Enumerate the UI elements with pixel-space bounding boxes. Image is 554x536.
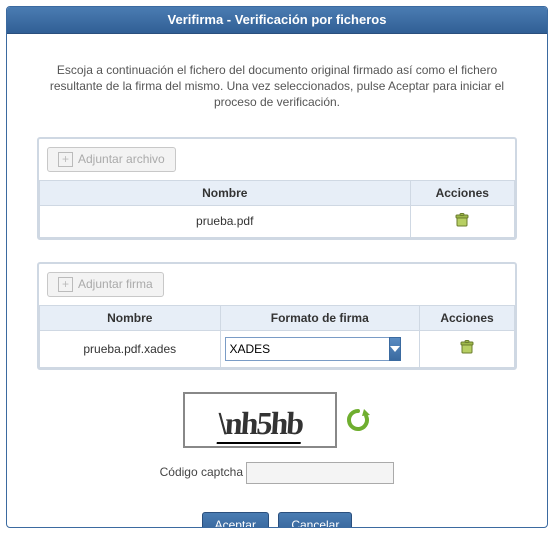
- sig-table-col-actions: Acciones: [420, 305, 515, 330]
- buttons-row: Aceptar Cancelar: [37, 512, 517, 528]
- sig-table-col-format: Formato de firma: [220, 305, 420, 330]
- attach-file-label: Adjuntar archivo: [78, 152, 165, 166]
- cancel-button[interactable]: Cancelar: [278, 512, 352, 528]
- file-table-col-actions: Acciones: [410, 180, 515, 205]
- attach-signature-label: Adjuntar firma: [78, 277, 153, 291]
- format-select-value[interactable]: [225, 337, 389, 361]
- captcha-input-row: Código captcha: [37, 462, 517, 484]
- file-name-cell: prueba.pdf: [40, 205, 411, 237]
- plus-icon: +: [58, 152, 73, 167]
- captcha-row: \nh5hb: [37, 392, 517, 448]
- chevron-down-icon[interactable]: [389, 337, 401, 361]
- refresh-icon[interactable]: [345, 407, 371, 433]
- signature-section: + Adjuntar firma Nombre Formato de firma…: [37, 262, 517, 370]
- file-table: Nombre Acciones prueba.pdf: [39, 180, 515, 238]
- accept-button[interactable]: Aceptar: [202, 512, 269, 528]
- captcha-input[interactable]: [246, 462, 394, 484]
- sig-name-cell: prueba.pdf.xades: [40, 330, 221, 367]
- sig-table-col-name: Nombre: [40, 305, 221, 330]
- trash-icon[interactable]: [454, 212, 470, 231]
- captcha-text: \nh5hb: [217, 405, 304, 444]
- captcha-label: Código captcha: [160, 465, 243, 479]
- captcha-image: \nh5hb: [183, 392, 337, 448]
- dialog-content: Escoja a continuación el fichero del doc…: [7, 34, 547, 528]
- format-select[interactable]: [225, 337, 375, 361]
- trash-icon[interactable]: [459, 339, 475, 358]
- file-table-col-name: Nombre: [40, 180, 411, 205]
- attach-signature-button[interactable]: + Adjuntar firma: [47, 272, 164, 297]
- table-row: prueba.pdf.xades: [40, 330, 515, 367]
- plus-icon: +: [58, 277, 73, 292]
- dialog-title: Verifirma - Verificación por ficheros: [7, 7, 547, 34]
- attach-file-button[interactable]: + Adjuntar archivo: [47, 147, 176, 172]
- file-section: + Adjuntar archivo Nombre Acciones prueb…: [37, 137, 517, 240]
- table-row: prueba.pdf: [40, 205, 515, 237]
- signature-table: Nombre Formato de firma Acciones prueba.…: [39, 305, 515, 368]
- dialog: Verifirma - Verificación por ficheros Es…: [6, 6, 548, 528]
- instructions-text: Escoja a continuación el fichero del doc…: [37, 62, 517, 111]
